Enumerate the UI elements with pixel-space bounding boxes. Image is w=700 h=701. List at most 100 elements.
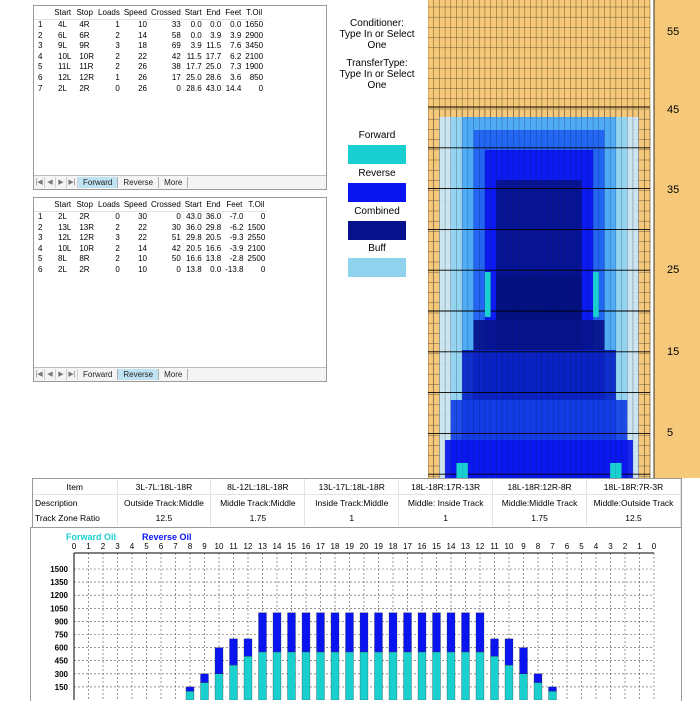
table-cell[interactable]: 10L [52,244,73,255]
table-cell[interactable]: 2L [52,212,73,223]
table-cell[interactable]: 29.8 [183,233,204,244]
table-cell[interactable]: 22 [122,223,149,234]
table-cell[interactable]: 22 [122,233,149,244]
table-cell[interactable]: 22 [122,52,149,63]
table-cell[interactable]: 0 [149,265,183,276]
transfer-type-field[interactable]: TransferType: Type In or Select One [330,58,424,91]
first-sheet-icon[interactable]: |◀ [34,369,45,380]
prev-sheet-icon[interactable]: ◀ [45,177,56,188]
prev-sheet-icon[interactable]: ◀ [45,369,56,380]
table-cell[interactable]: 1 [96,20,122,31]
table-cell[interactable]: 13L [52,223,73,234]
row-number[interactable]: 3 [34,233,52,244]
table-cell[interactable]: 2100 [246,244,268,255]
row-number[interactable]: 5 [34,254,52,265]
next-sheet-icon[interactable]: ▶ [56,177,67,188]
column-header[interactable]: Speed [121,198,149,212]
row-number[interactable]: 1 [34,212,52,223]
table-cell[interactable]: -6.2 [223,223,245,234]
table-cell[interactable]: 2R [73,265,96,276]
table-row[interactable]: 3 12L 12R 3 22 51 29.8 20.5 -9.3 2550 [34,233,267,244]
table-cell[interactable]: 6R [73,31,96,42]
table-cell[interactable]: 3 [96,41,122,52]
table-cell[interactable]: 2550 [246,233,268,244]
column-header[interactable]: Loads [96,198,122,212]
table-cell[interactable]: 10 [122,254,149,265]
table-cell[interactable]: 11L [52,62,73,73]
table-cell[interactable]: 10 [122,20,149,31]
table-cell[interactable]: 6L [52,31,73,42]
last-sheet-icon[interactable]: ▶| [67,177,78,188]
table-cell[interactable]: 17 [149,73,183,84]
table-cell[interactable]: 2 [96,31,122,42]
column-header[interactable]: End [203,198,224,212]
table-row[interactable]: 4 10L 10R 2 22 42 11.5 17.7 6.2 2100 [34,52,265,63]
table-cell[interactable]: 12R [73,233,96,244]
table-cell[interactable]: 2 [96,223,122,234]
table-cell[interactable]: 13.8 [204,254,224,265]
table-cell[interactable]: 8L [52,254,73,265]
column-header[interactable]: Feet [223,6,244,20]
table-cell[interactable]: 0 [96,212,122,223]
table-cell[interactable]: 4R [73,20,96,31]
table-cell[interactable]: 10L [52,52,73,63]
row-number[interactable]: 4 [34,244,52,255]
table-cell[interactable]: 0.0 [204,265,224,276]
table-cell[interactable]: 3.9 [223,31,243,42]
column-header[interactable]: Crossed [148,6,183,20]
table-cell[interactable]: 1500 [246,223,268,234]
table-cell[interactable]: 0 [96,84,122,95]
table-cell[interactable]: 3.9 [183,41,204,52]
tab-forward[interactable]: Forward [78,177,119,188]
table-cell[interactable]: 26 [122,84,149,95]
table-cell[interactable]: 0.0 [223,20,243,31]
table-cell[interactable]: -3.9 [223,244,245,255]
table-cell[interactable]: 3.9 [204,31,224,42]
table-cell[interactable]: -2.8 [223,254,245,265]
table-cell[interactable]: 58 [149,31,183,42]
table-cell[interactable]: 9L [52,41,73,52]
column-header[interactable]: Stop [73,6,97,20]
table-cell[interactable]: 17.7 [204,52,224,63]
column-header[interactable]: Start [52,198,74,212]
table-cell[interactable]: 8R [73,254,96,265]
table-row[interactable]: 2 6L 6R 2 14 58 0.0 3.9 3.9 2900 [34,31,265,42]
table-row[interactable]: 5 11L 11R 2 26 38 17.7 25.0 7.3 1900 [34,62,265,73]
table-cell[interactable]: 10R [73,52,96,63]
table-cell[interactable]: 0.0 [183,20,204,31]
table-cell[interactable]: 16.6 [183,254,204,265]
row-number[interactable]: 2 [34,223,52,234]
column-header[interactable]: Start [182,198,204,212]
table-cell[interactable]: 2 [96,244,122,255]
table-cell[interactable]: 4L [52,20,73,31]
last-sheet-icon[interactable]: ▶| [67,369,78,380]
table-cell[interactable]: 42 [149,52,183,63]
table-cell[interactable]: 36.0 [183,223,204,234]
table-row[interactable]: 6 12L 12R 1 26 17 25.0 28.6 3.6 850 [34,73,265,84]
table-cell[interactable]: 20.5 [183,244,204,255]
table-cell[interactable]: 29.8 [204,223,224,234]
table-cell[interactable]: 11R [73,62,96,73]
table-cell[interactable]: 12R [73,73,96,84]
table-cell[interactable]: 2500 [246,254,268,265]
table-cell[interactable]: 43.0 [204,84,224,95]
row-number[interactable]: 2 [34,31,52,42]
table-cell[interactable]: 2R [73,212,96,223]
table-cell[interactable]: 2 [96,62,122,73]
conditioner-field[interactable]: Conditioner: Type In or Select One [330,18,424,51]
table-cell[interactable]: 36.0 [204,212,224,223]
table-row[interactable]: 1 2L 2R 0 30 0 43.0 36.0 -7.0 0 [34,212,267,223]
row-number[interactable]: 6 [34,73,52,84]
table-cell[interactable]: 26 [122,62,149,73]
table-cell[interactable]: 0.0 [204,20,224,31]
column-header[interactable]: Speed [121,6,149,20]
table-cell[interactable]: 42 [149,244,183,255]
table-cell[interactable]: 11.5 [183,52,204,63]
table-cell[interactable]: 0 [96,265,122,276]
column-header[interactable]: Loads [96,6,122,20]
table-cell[interactable]: 2 [96,254,122,265]
table-cell[interactable]: -7.0 [223,212,245,223]
forward-grid[interactable]: Start Stop Loads Speed Crossed Start End Feet T.… [33,5,327,190]
table-cell[interactable]: 2R [73,84,96,95]
table-cell[interactable]: 16.6 [204,244,224,255]
